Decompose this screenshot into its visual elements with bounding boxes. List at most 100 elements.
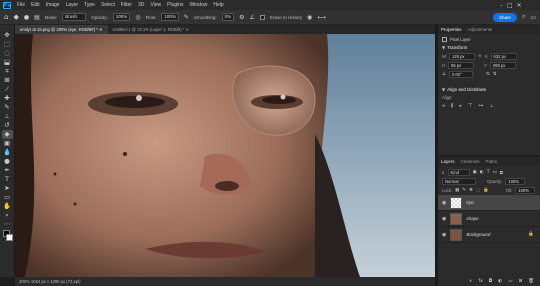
trash-icon[interactable]: 🗑 bbox=[528, 279, 534, 284]
dodge-tool-icon[interactable]: ● bbox=[2, 157, 13, 166]
minimize-icon[interactable]: – bbox=[500, 2, 503, 9]
lasso-tool-icon[interactable]: ◌ bbox=[2, 49, 13, 58]
eraser-tool-icon[interactable]: ◆ bbox=[1, 130, 13, 139]
menu-file[interactable]: File bbox=[17, 2, 25, 8]
hand-tool-icon[interactable]: ✋ bbox=[2, 202, 13, 211]
lock-artboard-icon[interactable]: ⬚ bbox=[476, 188, 480, 193]
close-icon[interactable]: ✕ bbox=[517, 2, 522, 9]
filter-shape-icon[interactable]: ▭ bbox=[492, 170, 496, 175]
transform-section-header[interactable]: ▼ Transform bbox=[438, 43, 540, 52]
path-select-tool-icon[interactable]: ➤ bbox=[2, 184, 13, 193]
x-field[interactable]: 632 px bbox=[490, 53, 517, 60]
filter-type-icon[interactable]: T bbox=[487, 170, 490, 175]
lock-pixels-icon[interactable]: ▦ bbox=[455, 188, 459, 193]
menu-filter[interactable]: Filter bbox=[121, 2, 132, 8]
menu-window[interactable]: Window bbox=[190, 2, 208, 8]
type-tool-icon[interactable]: T bbox=[2, 175, 13, 184]
menu-layer[interactable]: Layer bbox=[66, 2, 79, 8]
pressure-size-icon[interactable]: ◉ bbox=[307, 14, 312, 21]
erase-history-checkbox[interactable] bbox=[259, 14, 265, 20]
menu-image[interactable]: Image bbox=[46, 2, 60, 8]
zoom-tool-icon[interactable]: ⌕ bbox=[2, 211, 13, 220]
share-button[interactable]: Share bbox=[492, 12, 517, 22]
blend-mode-select[interactable]: Normal bbox=[442, 178, 476, 185]
group-icon[interactable]: ▭ bbox=[508, 279, 512, 284]
flip-vertical-icon[interactable]: ⇅ bbox=[493, 72, 497, 77]
link-layers-icon[interactable]: ∞ bbox=[469, 279, 473, 284]
marquee-tool-icon[interactable]: ⬚ bbox=[2, 40, 13, 49]
gradient-tool-icon[interactable]: ▣ bbox=[2, 139, 13, 148]
tab-channels[interactable]: Channels bbox=[461, 159, 480, 164]
color-swatches[interactable] bbox=[2, 229, 13, 243]
visibility-eye-icon[interactable]: ◉ bbox=[442, 200, 446, 206]
adjustment-layer-icon[interactable]: ◐ bbox=[498, 279, 502, 284]
angle-field[interactable]: 0.00° bbox=[449, 71, 474, 78]
move-tool-icon[interactable]: ✥ bbox=[2, 31, 13, 40]
filter-kind-select[interactable]: Kind bbox=[447, 169, 470, 176]
pressure-opacity-icon[interactable]: ◎ bbox=[135, 14, 140, 21]
flip-horizontal-icon[interactable]: ⇆ bbox=[486, 72, 490, 77]
opacity-input[interactable]: 100% bbox=[112, 13, 131, 21]
tab-emilyr[interactable]: emilyr at 15.png @ 200% (eye, RGB/8#) * … bbox=[15, 25, 108, 34]
align-center-icon[interactable]: ⫼ bbox=[451, 103, 453, 109]
menu-help[interactable]: Help bbox=[213, 2, 223, 8]
layer-row-shape[interactable]: ◉ shape bbox=[438, 211, 540, 227]
align-left-icon[interactable]: ⫷ bbox=[442, 103, 445, 109]
eraser-tool-icon[interactable]: ◆ bbox=[13, 13, 18, 21]
layer-opacity-field[interactable]: 100% bbox=[505, 178, 526, 185]
menu-type[interactable]: Type bbox=[84, 2, 95, 8]
healing-brush-tool-icon[interactable]: ✚ bbox=[2, 94, 13, 103]
mode-select[interactable]: Brush bbox=[62, 13, 87, 21]
clone-stamp-tool-icon[interactable]: ⊥ bbox=[2, 112, 13, 121]
y-field[interactable]: 268 px bbox=[489, 62, 516, 69]
mask-icon[interactable]: ◘ bbox=[489, 279, 493, 284]
document-canvas[interactable] bbox=[15, 34, 435, 277]
home-icon[interactable]: ⌂ bbox=[4, 13, 8, 21]
search-icon[interactable]: ⌕ bbox=[522, 13, 525, 21]
symmetry-icon[interactable]: ⟷ bbox=[317, 14, 326, 21]
filter-adjustment-icon[interactable]: ◐ bbox=[480, 170, 484, 175]
align-bottom-icon[interactable]: ⊥ bbox=[489, 103, 493, 109]
close-tab-icon[interactable]: ✕ bbox=[186, 27, 190, 32]
layer-row-eye[interactable]: ◉ eye bbox=[438, 195, 540, 211]
brush-tool-icon[interactable]: ✎ bbox=[2, 103, 13, 112]
tab-adjustments[interactable]: Adjustments bbox=[468, 27, 493, 32]
eyedropper-tool-icon[interactable]: ⁄ bbox=[2, 85, 13, 94]
align-top-icon[interactable]: ⊤ bbox=[468, 103, 472, 109]
filter-smart-icon[interactable]: ⧉ bbox=[500, 170, 503, 176]
link-icon[interactable]: ∞ bbox=[478, 54, 482, 59]
menu-3d[interactable]: 3D bbox=[138, 2, 144, 8]
flow-input[interactable]: 100% bbox=[161, 13, 179, 21]
tab-untitled[interactable]: Untitled-1 @ 72.1% (Layer 1, RGB/8) * ✕ bbox=[108, 25, 195, 34]
airbrush-icon[interactable]: ✎ bbox=[184, 14, 189, 21]
menu-edit[interactable]: Edit bbox=[31, 2, 40, 8]
fill-field[interactable]: 100% bbox=[515, 187, 536, 194]
rectangle-tool-icon[interactable]: ▭ bbox=[2, 193, 13, 202]
menu-select[interactable]: Select bbox=[101, 2, 115, 8]
smoothing-settings-icon[interactable]: ⚙ bbox=[239, 14, 244, 21]
visibility-eye-icon[interactable]: ◉ bbox=[442, 216, 446, 222]
layer-name[interactable]: Background bbox=[466, 232, 490, 237]
lock-position-icon[interactable]: ✥ bbox=[469, 188, 473, 193]
pen-tool-icon[interactable]: ✒ bbox=[2, 166, 13, 175]
visibility-eye-icon[interactable]: ◉ bbox=[442, 232, 446, 238]
layer-row-background[interactable]: ◉ Background 🔒 bbox=[438, 227, 540, 243]
smoothing-input[interactable]: 0% bbox=[221, 13, 235, 21]
frame-tool-icon[interactable]: ⊠ bbox=[2, 76, 13, 85]
height-field[interactable]: 85 px bbox=[448, 62, 475, 69]
fx-icon[interactable]: fx bbox=[478, 279, 482, 284]
lock-brush-icon[interactable]: ✎ bbox=[462, 188, 466, 193]
layer-name[interactable]: eye bbox=[466, 200, 473, 205]
menu-plugins[interactable]: Plugins bbox=[167, 2, 183, 8]
menu-view[interactable]: View bbox=[150, 2, 161, 8]
more-tools-icon[interactable]: ⋯ bbox=[2, 220, 13, 229]
angle-icon[interactable]: ∠ bbox=[250, 14, 255, 21]
tab-properties[interactable]: Properties bbox=[441, 27, 462, 32]
tab-paths[interactable]: Paths bbox=[486, 159, 498, 164]
align-right-icon[interactable]: ⫸ bbox=[459, 103, 462, 109]
crop-tool-icon[interactable]: ⌗ bbox=[2, 67, 13, 76]
maximize-icon[interactable]: □ bbox=[507, 2, 513, 9]
align-section-header[interactable]: ▼ Align and Distribute bbox=[438, 85, 540, 94]
object-select-tool-icon[interactable]: ⬓ bbox=[2, 58, 13, 67]
brush-settings-icon[interactable]: ▤ bbox=[34, 14, 40, 21]
